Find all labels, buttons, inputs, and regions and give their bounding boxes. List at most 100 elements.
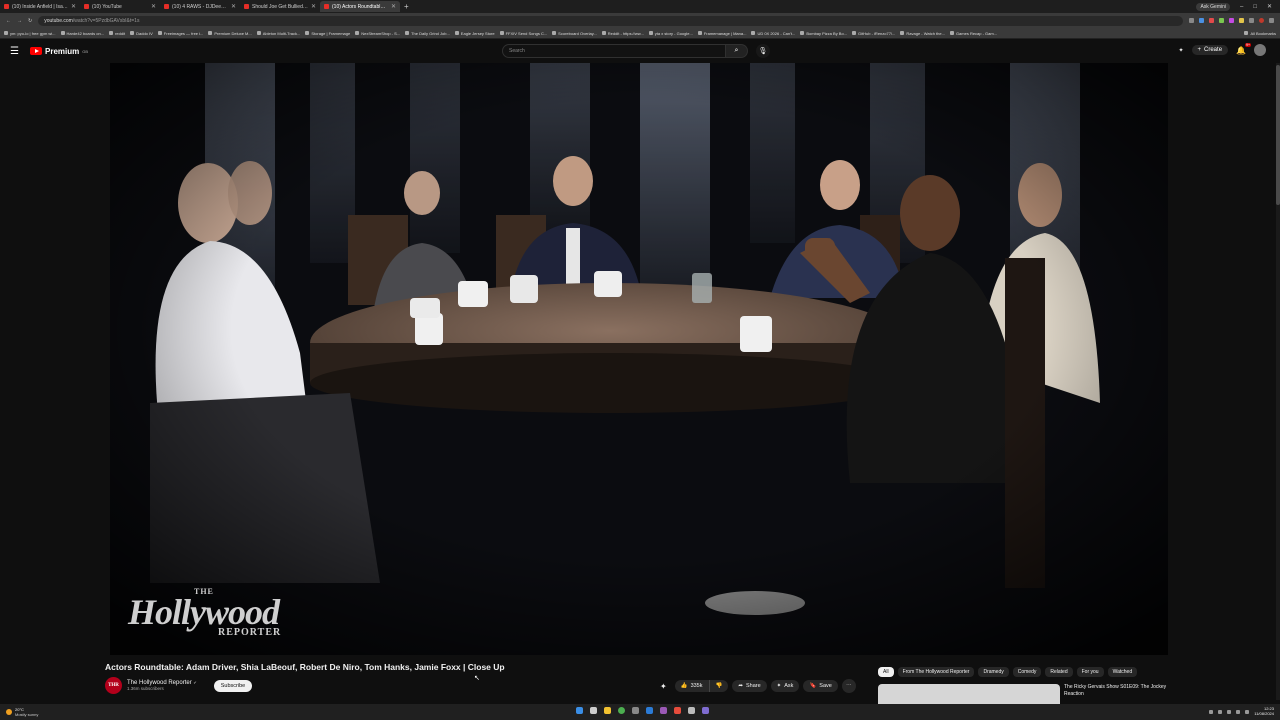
extension-icon[interactable] <box>1219 18 1224 23</box>
bookmark-item[interactable]: ym: pyo-lo | free gym wi... <box>4 31 56 36</box>
channel-avatar[interactable]: THR <box>105 677 122 694</box>
extension-icon[interactable] <box>1229 18 1234 23</box>
search-input[interactable]: Search <box>502 44 726 58</box>
close-window-icon[interactable]: ✕ <box>1267 3 1272 10</box>
minimize-icon[interactable]: – <box>1240 4 1243 10</box>
windows-start-icon[interactable] <box>576 707 583 714</box>
bookmark-item[interactable]: Eagle Jersey Store <box>454 31 495 36</box>
bookmark-item[interactable]: Bombay Pizza By Bo... <box>800 31 847 36</box>
url-field[interactable]: youtube.com/watch?v=5PzdbGAVsbI&t=1s <box>38 15 1183 26</box>
chip-comedy[interactable]: Comedy <box>1012 667 1042 677</box>
forward-icon[interactable]: → <box>17 18 22 24</box>
scrollbar-thumb[interactable] <box>1276 65 1280 205</box>
bookmark-item[interactable]: Framemanage | Mana... <box>697 31 746 36</box>
maximize-icon[interactable]: □ <box>1253 4 1257 10</box>
bookmark-item[interactable]: Freeimages — free i... <box>157 31 203 36</box>
ai-sparkle-icon[interactable]: ✦ <box>660 682 667 691</box>
bookmark-item[interactable]: Games Recap - Gam... <box>949 31 997 36</box>
close-tab-icon[interactable]: ✕ <box>311 3 316 10</box>
bookmark-item[interactable]: NexStreamShop - S... <box>355 31 400 36</box>
bookmark-item[interactable]: Reddit - https://ww... <box>601 31 644 36</box>
like-button[interactable]: 👍 335k <box>675 680 710 692</box>
chip-watched[interactable]: Watched <box>1107 667 1138 677</box>
chip-for-you[interactable]: For you <box>1076 667 1104 677</box>
weather-widget[interactable]: 20°C Mostly sunny <box>6 707 38 717</box>
extension-icon[interactable] <box>1189 18 1194 23</box>
recommended-thumbnail[interactable] <box>878 684 1060 704</box>
chip-related[interactable]: Related <box>1045 667 1073 677</box>
extension-icon[interactable] <box>1239 18 1244 23</box>
close-tab-icon[interactable]: ✕ <box>391 3 396 10</box>
chip-from-channel[interactable]: From The Hollywood Reporter <box>897 667 975 677</box>
bookmark-item[interactable]: reddit <box>109 31 125 36</box>
back-icon[interactable]: ← <box>6 18 11 24</box>
new-tab-button[interactable]: + <box>400 2 413 11</box>
bookmark-item[interactable]: yta x story - Google... <box>648 31 693 36</box>
more-actions-button[interactable]: ⋯ <box>841 679 856 693</box>
ask-gemini-button[interactable]: Ask Gemini <box>1196 2 1230 11</box>
bookmark-item[interactable]: Storage | Framemage <box>305 31 350 36</box>
bookmark-item[interactable]: The Daily Grind Job... <box>405 31 450 36</box>
chip-dramedy[interactable]: Dramedy <box>978 667 1009 677</box>
extension-icon[interactable] <box>1249 18 1254 23</box>
browser-tab[interactable]: (10) YouTube ✕ <box>80 1 160 12</box>
extension-icon[interactable] <box>1209 18 1214 23</box>
profile-icon[interactable] <box>1259 18 1264 23</box>
browser-tab-active[interactable]: (10) Actors Roundtable: Ad...✕ <box>320 1 400 12</box>
volume-icon[interactable] <box>1245 710 1250 714</box>
menu-icon[interactable]: ☰ <box>10 46 30 57</box>
clock[interactable]: 12:23 11/08/2024 <box>1254 706 1274 717</box>
youtube-premium-logo[interactable]: Premium GB <box>30 47 88 56</box>
extension-icon[interactable] <box>1199 18 1204 23</box>
bookmark-item[interactable]: Premium Deluxe M... <box>208 31 252 36</box>
subscribe-button[interactable]: Subscribe <box>213 679 253 692</box>
page-scrollbar[interactable] <box>1276 63 1280 700</box>
cast-icon[interactable]: ✦ <box>1178 47 1183 54</box>
bookmark-item[interactable]: Daddo IV <box>130 31 153 36</box>
like-dislike-group: 👍 335k 👎 <box>674 680 729 692</box>
browser-tab[interactable]: (10) Inside Anfield | Isak B... ✕ <box>0 1 80 12</box>
notifications-button[interactable]: 🔔 9+ <box>1236 42 1251 55</box>
bookmark-item[interactable]: FFXIV Send Songs C... <box>499 31 547 36</box>
close-tab-icon[interactable]: ✕ <box>71 3 76 10</box>
file-explorer-icon[interactable] <box>604 707 611 714</box>
tray-icon[interactable] <box>1227 710 1232 714</box>
wifi-icon[interactable] <box>1236 710 1241 714</box>
bookmark-item[interactable]: UD 0X 2026 - Can't... <box>751 31 795 36</box>
chip-all[interactable]: All <box>878 667 894 677</box>
menu-dots-icon[interactable] <box>1269 18 1274 23</box>
app-icon[interactable] <box>674 707 681 714</box>
close-tab-icon[interactable]: ✕ <box>151 3 156 10</box>
tray-icon[interactable] <box>1209 710 1214 714</box>
browser-tab[interactable]: (10) 4 RAWS - DJDeeBoi ft. Ti...✕ <box>160 1 240 12</box>
create-button[interactable]: + Create <box>1191 45 1229 55</box>
tray-icon[interactable] <box>1218 710 1223 714</box>
search-button[interactable]: ⌕ <box>726 44 748 58</box>
browser-tab[interactable]: Should Joe Get Bullied? | EP 43...✕ <box>240 1 320 12</box>
bookmark-item[interactable]: GitHub - iRenzo77/... <box>852 31 895 36</box>
ask-button[interactable]: ✦ Ask <box>770 680 800 692</box>
reload-icon[interactable]: ↻ <box>28 18 32 24</box>
avatar[interactable] <box>1254 44 1266 56</box>
dislike-button[interactable]: 👎 <box>710 680 729 692</box>
all-bookmarks[interactable]: All Bookmarks <box>1244 31 1276 36</box>
settings-icon[interactable] <box>632 707 639 714</box>
bookmark-item[interactable]: Scoreboard Overlay... <box>552 31 597 36</box>
recommended-title[interactable]: The Ricky Gervais Show S01E09: The Jocke… <box>1064 684 1174 704</box>
search-taskbar-icon[interactable] <box>590 707 597 714</box>
bookmark-item[interactable]: Harde42 boards on... <box>60 31 104 36</box>
bookmark-item[interactable]: Ravage - Watch the... <box>900 31 945 36</box>
close-tab-icon[interactable]: ✕ <box>231 3 236 10</box>
chrome-icon[interactable] <box>618 707 625 714</box>
app-icon[interactable] <box>688 707 695 714</box>
youtube-favicon-icon <box>164 4 169 9</box>
app-icon[interactable] <box>702 707 709 714</box>
recommended-video[interactable]: The Ricky Gervais Show S01E09: The Jocke… <box>878 684 1174 704</box>
app-icon[interactable] <box>660 707 667 714</box>
save-button[interactable]: 🔖 Save <box>803 680 838 692</box>
store-icon[interactable] <box>646 707 653 714</box>
share-button[interactable]: ➦ Share <box>732 680 767 692</box>
voice-search-button[interactable]: 🎙 <box>756 44 770 58</box>
bookmark-item[interactable]: Ableton Multi-Track... <box>256 31 300 36</box>
video-player[interactable]: THE Hollywood REPORTER <box>110 63 1168 655</box>
